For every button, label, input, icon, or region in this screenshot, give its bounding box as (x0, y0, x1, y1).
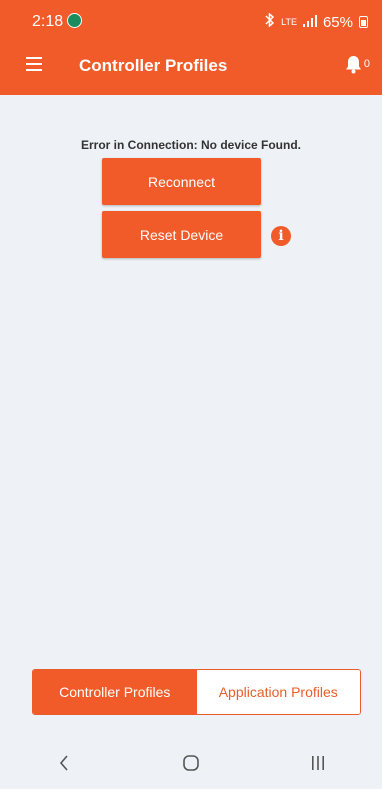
tab-controller-profiles[interactable]: Controller Profiles (33, 670, 197, 714)
profile-tabs: Controller Profiles Application Profiles (32, 669, 361, 715)
network-type-label: LTE (281, 16, 297, 27)
system-nav-bar (0, 737, 382, 789)
battery-icon (359, 16, 368, 28)
home-button[interactable] (171, 743, 211, 783)
recents-button[interactable] (298, 743, 338, 783)
app-bar: Controller Profiles 0 (0, 40, 382, 95)
page-title: Controller Profiles (79, 56, 228, 75)
reconnect-button[interactable]: Reconnect (102, 158, 261, 205)
error-message: Error in Connection: No device Found. (80, 138, 301, 152)
android-notification-icon (67, 13, 82, 28)
recents-icon (312, 756, 325, 770)
back-icon (59, 755, 68, 771)
bell-icon (345, 55, 362, 79)
reset-device-button[interactable]: Reset Device (102, 211, 261, 258)
status-indicators: LTE 65% (264, 12, 368, 31)
tab-application-profiles[interactable]: Application Profiles (196, 670, 360, 714)
info-icon[interactable]: i (271, 226, 291, 246)
status-bar: 2:18 LTE 65% (0, 0, 382, 40)
home-icon (183, 755, 199, 771)
bluetooth-icon (264, 12, 275, 31)
back-button[interactable] (44, 743, 84, 783)
battery-percent: 65% (322, 13, 353, 31)
signal-icon (302, 14, 317, 31)
main-content: Error in Connection: No device Found. Re… (0, 95, 382, 643)
menu-icon[interactable] (26, 57, 42, 71)
notifications-button[interactable]: 0 (345, 55, 370, 79)
notification-count: 0 (363, 58, 370, 70)
status-time: 2:18 (32, 13, 64, 30)
